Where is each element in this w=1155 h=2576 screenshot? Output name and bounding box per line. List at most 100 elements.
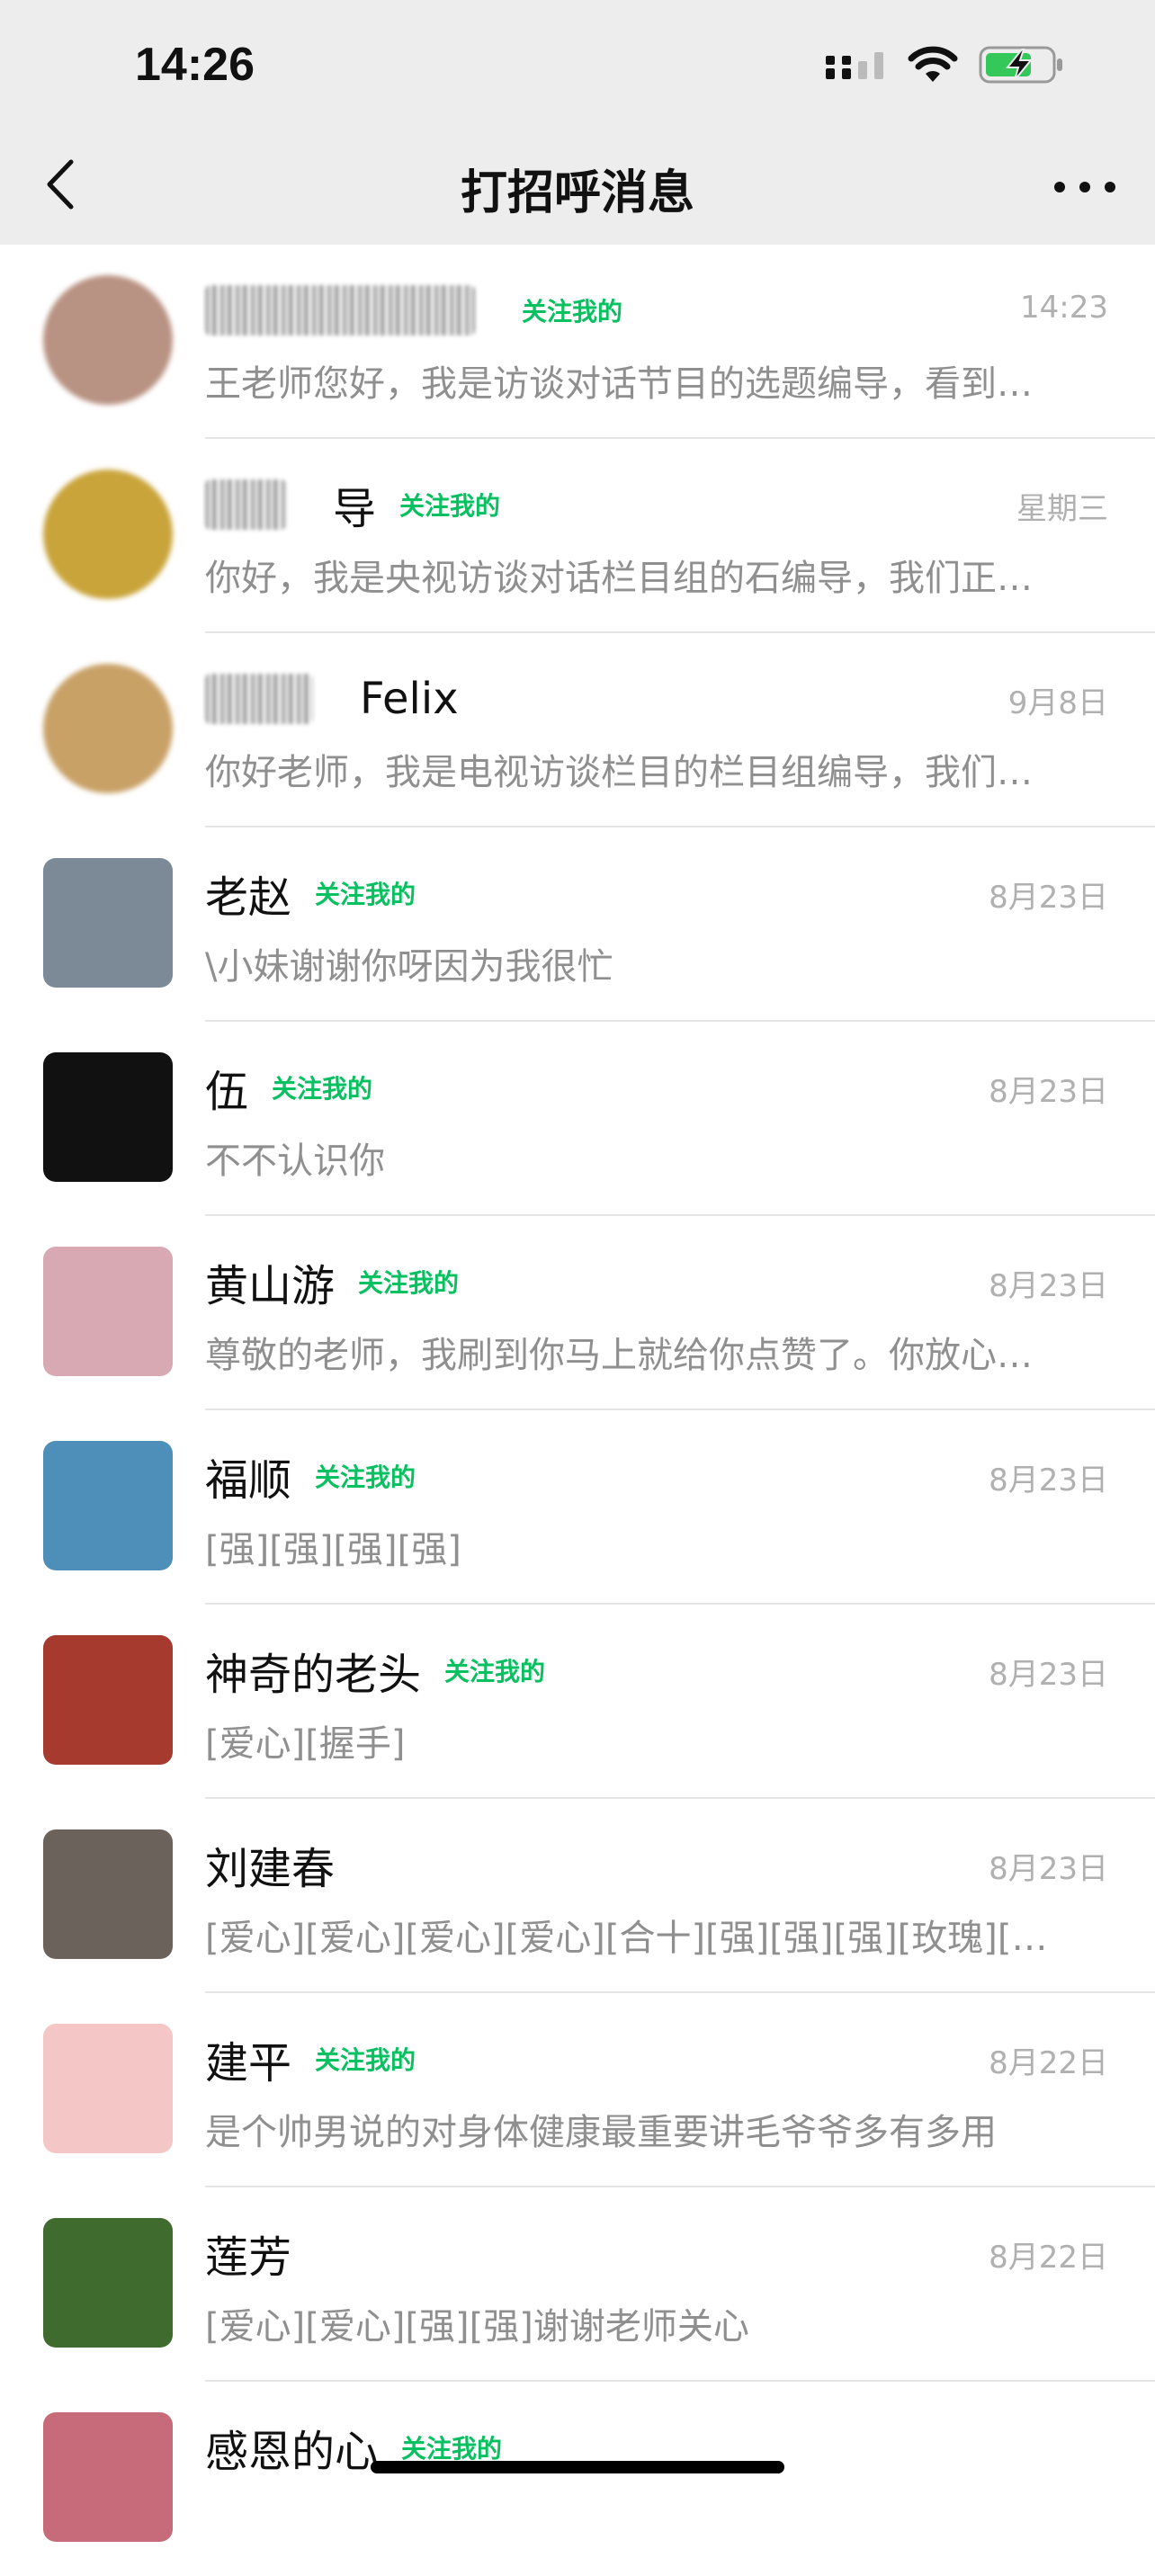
- status-icons: [826, 41, 1065, 88]
- message-time: 8月23日: [989, 1268, 1108, 1304]
- avatar[interactable]: [43, 1829, 173, 1959]
- battery-charging-icon: [979, 46, 1062, 84]
- contact-name: 刘建春: [205, 1844, 336, 1894]
- avatar[interactable]: [43, 275, 173, 405]
- name-line: 神奇的老头 关注我的: [205, 1641, 545, 1700]
- message-time: 8月22日: [989, 2045, 1108, 2081]
- follows-me-badge: 关注我的: [315, 880, 416, 909]
- conversation-row[interactable]: 导关注我的 星期三你好，我是央视访谈对话栏目组的石编导，我们正…: [0, 439, 1155, 633]
- conversation-body: 伍关注我的 8月23日不不认识你: [205, 1022, 1155, 1216]
- contact-name: 感恩的心: [205, 2427, 379, 2477]
- obscured-name: [205, 285, 475, 335]
- message-preview: [爱心][握手]: [205, 1723, 406, 1765]
- message-preview: 王老师您好，我是访谈对话节目的选题编导，看到…: [205, 363, 1033, 405]
- avatar[interactable]: [43, 470, 173, 599]
- message-time: 8月22日: [989, 2240, 1108, 2276]
- message-time: 14:23: [1020, 290, 1108, 326]
- name-line: 刘建春: [205, 1835, 335, 1894]
- obscured-name: [205, 674, 313, 724]
- message-preview: [爱心][爱心][爱心][爱心][合十][强][强][强][玫瑰][…: [205, 1918, 1048, 1959]
- message-preview: 尊敬的老师，我刷到你马上就给你点赞了。你放心…: [205, 1335, 1033, 1376]
- conversation-row[interactable]: 老赵 关注我的 8月23日 \小妹谢谢你呀因为我很忙: [0, 827, 1155, 1022]
- conversation-body: 刘建春 8月23日 [爱心][爱心][爱心][爱心][合十][强][强][强][玫瑰…: [205, 1799, 1155, 1993]
- contact-name-visible-part: 导: [333, 484, 377, 534]
- message-time: 8月23日: [989, 880, 1108, 916]
- contact-name: 莲芳: [205, 2232, 292, 2283]
- more-icon: [1054, 182, 1065, 192]
- avatar[interactable]: [43, 2024, 173, 2153]
- conversation-body: 莲芳 8月22日 [爱心][爱心][强][强]谢谢老师关心: [205, 2187, 1155, 2382]
- avatar[interactable]: [43, 1247, 173, 1376]
- contact-name: 伍: [205, 1067, 249, 1117]
- message-preview: \小妹谢谢你呀因为我很忙: [205, 946, 613, 988]
- conversation-row[interactable]: 伍关注我的 8月23日不不认识你: [0, 1022, 1155, 1216]
- avatar[interactable]: [43, 2218, 173, 2348]
- conversation-body: 感恩的心 关注我的: [205, 2382, 1155, 2576]
- message-time: 8月23日: [989, 1074, 1108, 1110]
- follows-me-badge: 关注我的: [358, 1268, 460, 1298]
- contact-name: 神奇的老头: [205, 1650, 422, 1700]
- avatar[interactable]: [43, 858, 173, 988]
- conversation-row[interactable]: 关注我的 14:23 王老师您好，我是访谈对话节目的选题编导，看到…: [0, 245, 1155, 439]
- message-time: 8月23日: [989, 1851, 1108, 1887]
- conversation-body: 老赵 关注我的 8月23日 \小妹谢谢你呀因为我很忙: [205, 827, 1155, 1022]
- name-line: 黄山游 关注我的: [205, 1252, 459, 1311]
- conversation-row[interactable]: 黄山游 关注我的 8月23日尊敬的老师，我刷到你马上就给你点赞了。你放心…: [0, 1216, 1155, 1410]
- avatar[interactable]: [43, 1635, 173, 1765]
- message-preview: 你好，我是央视访谈对话栏目组的石编导，我们正…: [205, 558, 1033, 599]
- conversation-row[interactable]: 神奇的老头 关注我的 8月23日 [爱心][握手]: [0, 1605, 1155, 1799]
- follows-me-badge: 关注我的: [315, 2045, 416, 2075]
- follows-me-badge: 关注我的: [399, 491, 501, 521]
- contact-name-visible-part: Felix: [360, 674, 459, 724]
- contact-name: 建平: [205, 2038, 292, 2089]
- name-line: Felix: [205, 669, 459, 729]
- wifi-icon: [908, 46, 958, 82]
- greeting-message-list: 关注我的 14:23 王老师您好，我是访谈对话节目的选题编导，看到… 导关注我的 星期三…: [0, 245, 1155, 2576]
- page-title: 打招呼消息: [460, 166, 694, 220]
- conversation-body: 福顺 关注我的 8月23日 [强][强][强][强]: [205, 1410, 1155, 1605]
- message-preview: [爱心][爱心][强][强]谢谢老师关心: [205, 2306, 749, 2348]
- follows-me-badge: 关注我的: [272, 1074, 373, 1104]
- conversation-body: 黄山游 关注我的 8月23日尊敬的老师，我刷到你马上就给你点赞了。你放心…: [205, 1216, 1155, 1410]
- contact-name: 老赵: [205, 872, 292, 923]
- name-line: 导关注我的: [205, 475, 500, 534]
- more-button[interactable]: [1054, 169, 1115, 205]
- conversation-row[interactable]: 建平 关注我的 8月22日是个帅男说的对身体健康最重要讲毛爷爷多有多用: [0, 1993, 1155, 2187]
- avatar[interactable]: [43, 664, 173, 793]
- status-time: 14:26: [135, 39, 255, 91]
- name-line: 福顺 关注我的: [205, 1446, 416, 1506]
- conversation-body: 神奇的老头 关注我的 8月23日 [爱心][握手]: [205, 1605, 1155, 1799]
- home-indicator[interactable]: [371, 2461, 784, 2473]
- obscured-name: [205, 479, 286, 530]
- conversation-row[interactable]: 刘建春 8月23日 [爱心][爱心][爱心][爱心][合十][强][强][强][玫瑰…: [0, 1799, 1155, 1993]
- contact-name: 福顺: [205, 1455, 292, 1506]
- conversation-row[interactable]: Felix 9月8日你好老师，我是电视访谈栏目的栏目组编导，我们…: [0, 633, 1155, 827]
- cellular-signal-icon: [826, 52, 883, 79]
- conversation-row[interactable]: 莲芳 8月22日 [爱心][爱心][强][强]谢谢老师关心: [0, 2187, 1155, 2382]
- message-preview: 不不认识你: [205, 1140, 385, 1182]
- top-bar: 14:26 打招呼消息: [0, 0, 1155, 245]
- avatar[interactable]: [43, 1441, 173, 1570]
- conversation-body: Felix 9月8日你好老师，我是电视访谈栏目的栏目组编导，我们…: [205, 633, 1155, 827]
- message-time: 8月23日: [989, 1657, 1108, 1693]
- name-line: 老赵 关注我的: [205, 863, 416, 923]
- message-time: 9月8日: [1007, 685, 1108, 721]
- message-time: 8月23日: [989, 1462, 1108, 1498]
- conversation-row[interactable]: 感恩的心 关注我的: [0, 2382, 1155, 2576]
- conversation-body: 建平 关注我的 8月22日是个帅男说的对身体健康最重要讲毛爷爷多有多用: [205, 1993, 1155, 2187]
- message-preview: 你好老师，我是电视访谈栏目的栏目组编导，我们…: [205, 752, 1033, 793]
- message-time: 星期三: [1016, 491, 1108, 527]
- avatar[interactable]: [43, 2412, 173, 2542]
- avatar[interactable]: [43, 1052, 173, 1182]
- contact-name: 黄山游: [205, 1261, 336, 1311]
- conversation-body: 关注我的 14:23 王老师您好，我是访谈对话节目的选题编导，看到…: [205, 245, 1155, 439]
- name-line: 莲芳: [205, 2223, 291, 2283]
- follows-me-badge: 关注我的: [522, 297, 623, 326]
- name-line: 建平 关注我的: [205, 2029, 416, 2089]
- name-line: 关注我的: [205, 281, 622, 340]
- conversation-row[interactable]: 福顺 关注我的 8月23日 [强][强][强][强]: [0, 1410, 1155, 1605]
- follows-me-badge: 关注我的: [401, 2434, 503, 2464]
- message-preview: [强][强][强][强]: [205, 1529, 461, 1570]
- message-preview: 是个帅男说的对身体健康最重要讲毛爷爷多有多用: [205, 2112, 997, 2153]
- follows-me-badge: 关注我的: [315, 1462, 416, 1492]
